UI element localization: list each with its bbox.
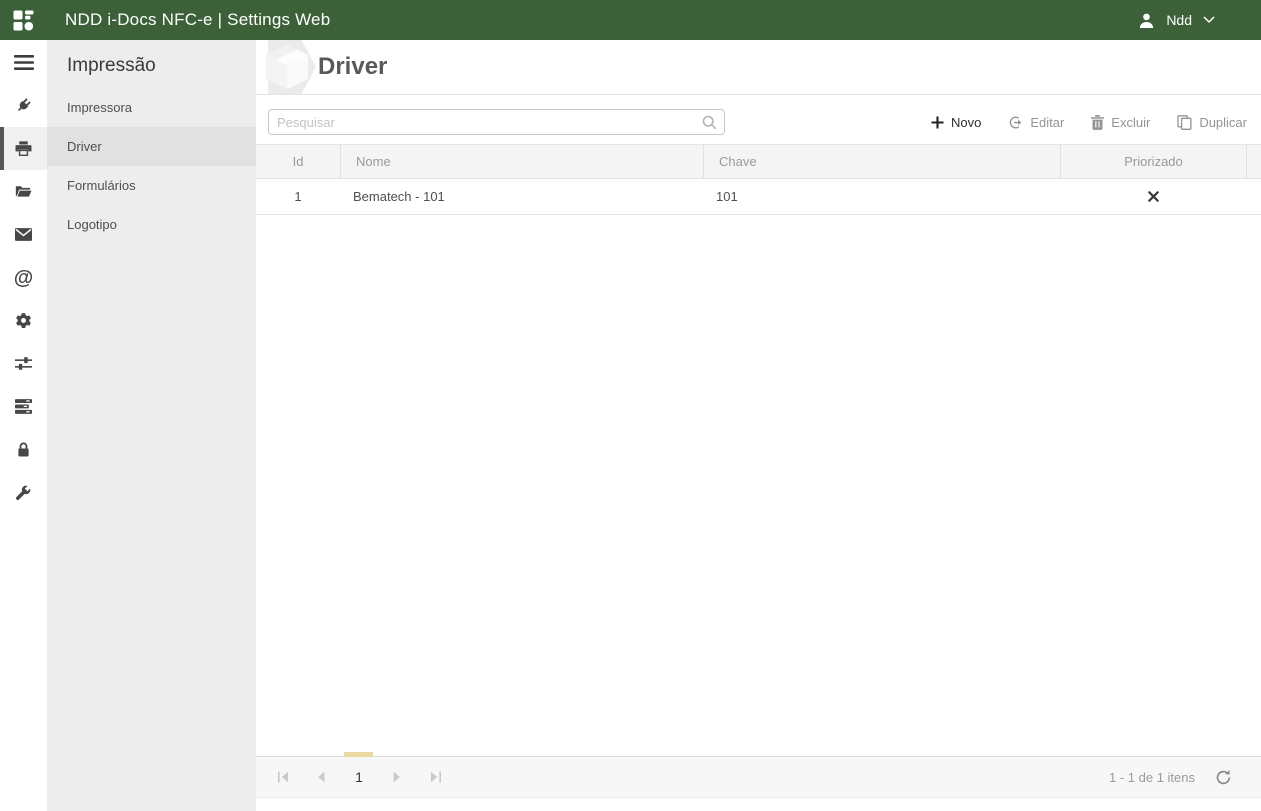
edit-icon	[1010, 116, 1022, 128]
column-header-chave[interactable]: Chave	[703, 145, 1060, 178]
page-header: Driver	[256, 40, 1261, 95]
first-page-button[interactable]	[264, 756, 302, 798]
gear-icon	[16, 313, 31, 329]
column-header-id[interactable]: Id	[256, 145, 340, 178]
chevron-down-icon	[1203, 16, 1215, 24]
edit-button[interactable]: Editar	[1008, 115, 1064, 130]
cell-priorizado	[1060, 191, 1246, 202]
sidebar-item-general-settings[interactable]	[0, 299, 47, 342]
sidebar-item-tools[interactable]	[0, 471, 47, 514]
search-icon[interactable]	[702, 115, 717, 130]
user-icon	[1140, 13, 1154, 28]
empty-area	[256, 215, 1261, 756]
page-number-button[interactable]: 1	[340, 752, 378, 798]
toolbar-buttons: Novo Editar Excluir Duplicar	[931, 114, 1247, 130]
current-page-highlight	[344, 752, 373, 757]
section-sidebar: Impressão Impressora Driver Formulários …	[47, 40, 256, 811]
grid-header: Id Nome Chave Priorizado	[256, 144, 1261, 179]
column-header-priorizado[interactable]: Priorizado	[1060, 145, 1246, 178]
new-button[interactable]: Novo	[931, 115, 981, 130]
menu-toggle[interactable]	[0, 41, 47, 84]
app-logo-icon	[13, 10, 34, 30]
last-page-button[interactable]	[416, 756, 454, 798]
top-bar: NDD i-Docs NFC-e | Settings Web Ndd	[0, 0, 1261, 40]
sidebar-item-servers[interactable]	[0, 385, 47, 428]
cell-nome: Bematech - 101	[353, 189, 445, 204]
lock-icon	[18, 442, 29, 457]
previous-page-icon	[318, 771, 325, 783]
printer-icon	[15, 141, 32, 156]
duplicate-button[interactable]: Duplicar	[1177, 115, 1247, 130]
sliders-icon	[15, 357, 32, 370]
sidebar-item-email-settings[interactable]: @	[0, 256, 47, 299]
cell-chave: 101	[716, 189, 738, 204]
table-row[interactable]: 1 Bematech - 101 101	[256, 179, 1261, 215]
sidebar-item-printing[interactable]	[0, 127, 47, 170]
server-stack-icon	[15, 399, 32, 414]
sidebar-item-files[interactable]	[0, 170, 47, 213]
app-body: @ Impressão Impressora Driver Formulário…	[0, 40, 1261, 811]
first-page-icon	[277, 771, 288, 783]
data-grid: Id Nome Chave Priorizado 1 Bematech - 10…	[256, 144, 1261, 215]
sidebar-item-security[interactable]	[0, 428, 47, 471]
column-header-filler	[1246, 145, 1261, 178]
delete-button[interactable]: Excluir	[1091, 114, 1150, 130]
sidebar-item-mail[interactable]	[0, 213, 47, 256]
pager-info: 1 - 1 de 1 itens	[1109, 769, 1195, 785]
app-title: NDD i-Docs NFC-e | Settings Web	[65, 10, 331, 29]
at-sign-icon: @	[13, 266, 34, 289]
pager: 1 1 - 1 de 1 itens	[256, 752, 1261, 798]
main-content: Driver Novo	[256, 40, 1261, 811]
refresh-button[interactable]	[1215, 769, 1232, 786]
refresh-icon	[1216, 769, 1231, 784]
page-title: Driver	[318, 53, 388, 80]
sidebar-item-driver[interactable]: Driver	[47, 127, 256, 166]
toolbar: Novo Editar	[256, 95, 1261, 144]
app-logo[interactable]	[0, 10, 47, 31]
column-header-nome[interactable]: Nome	[340, 145, 703, 178]
last-page-icon	[430, 771, 441, 783]
current-page-number: 1	[355, 769, 363, 785]
cell-id: 1	[294, 189, 302, 204]
user-menu[interactable]: Ndd	[1138, 12, 1261, 29]
wrench-icon	[15, 485, 31, 501]
plus-icon	[931, 116, 944, 128]
search-box	[268, 109, 725, 135]
duplicate-icon	[1177, 114, 1192, 130]
plug-icon	[18, 98, 31, 111]
sidebar-item-preferences[interactable]	[0, 342, 47, 385]
section-heading: Impressão	[67, 55, 156, 76]
x-mark-icon	[1147, 191, 1159, 202]
next-page-button[interactable]	[378, 756, 416, 798]
folder-open-icon	[15, 186, 32, 197]
sidebar-item-connections[interactable]	[0, 84, 47, 127]
next-page-icon	[393, 771, 400, 783]
icon-rail: @	[0, 40, 47, 811]
hamburger-menu-icon	[13, 55, 34, 70]
package-watermark-icon	[266, 40, 316, 94]
user-name: Ndd	[1166, 12, 1192, 28]
pager-right: 1 - 1 de 1 itens	[1109, 769, 1261, 786]
previous-page-button[interactable]	[302, 756, 340, 798]
sidebar-item-logotipo[interactable]: Logotipo	[47, 205, 256, 244]
sidebar-item-impressora[interactable]: Impressora	[47, 88, 256, 127]
search-input[interactable]	[269, 114, 702, 130]
sidebar-item-formularios[interactable]: Formulários	[47, 166, 256, 205]
envelope-icon	[15, 228, 32, 241]
trash-icon	[1091, 114, 1105, 130]
